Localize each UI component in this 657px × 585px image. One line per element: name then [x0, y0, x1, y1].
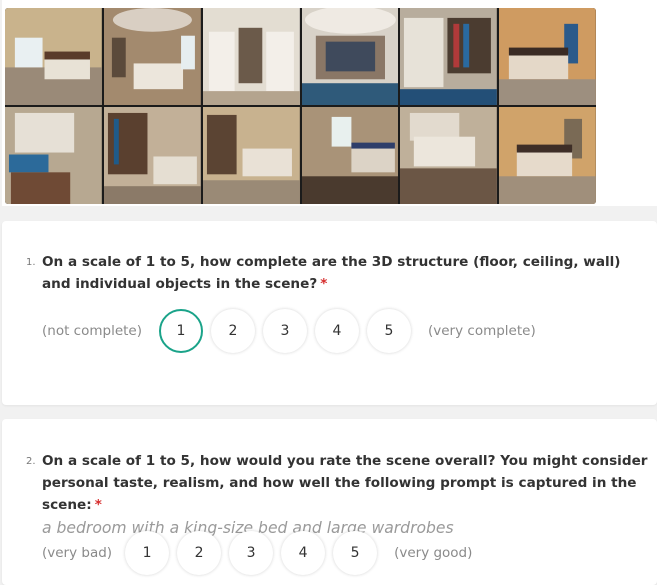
rating-scale: (very bad) 1 2 3 4 5 (very good)	[42, 531, 472, 575]
scene-thumbnail	[499, 107, 596, 204]
scene-image-grid	[5, 8, 596, 204]
scene-thumbnail	[103, 107, 201, 204]
rating-option-5[interactable]: 5	[367, 309, 411, 353]
scene-thumbnail	[202, 8, 300, 105]
rating-option-4[interactable]: 4	[315, 309, 359, 353]
scale-low-label: (not complete)	[42, 323, 142, 339]
required-asterisk: *	[320, 276, 328, 292]
question-header: 1. On a scale of 1 to 5, how complete ar…	[26, 251, 636, 295]
rating-option-1[interactable]: 1	[159, 309, 203, 353]
scene-thumbnail	[103, 8, 201, 105]
scene-thumbnail	[301, 8, 399, 105]
rating-option-1[interactable]: 1	[125, 531, 170, 575]
question-header: 2. On a scale of 1 to 5, how would you r…	[26, 450, 656, 540]
scene-thumbnail	[301, 107, 399, 204]
scene-thumbnail	[202, 107, 300, 204]
question-label: On a scale of 1 to 5, how would you rate…	[42, 453, 648, 513]
question-number: 2.	[26, 456, 36, 467]
rating-option-5[interactable]: 5	[333, 531, 378, 575]
question-number: 1.	[26, 257, 36, 268]
question-text: On a scale of 1 to 5, how complete are t…	[42, 251, 636, 295]
scene-thumbnail	[400, 107, 498, 204]
question-text: On a scale of 1 to 5, how would you rate…	[42, 450, 656, 540]
rating-option-2[interactable]: 2	[211, 309, 255, 353]
scene-thumbnail	[5, 107, 102, 204]
rating-option-4[interactable]: 4	[281, 531, 326, 575]
rating-scale: (not complete) 1 2 3 4 5 (very complete)	[42, 309, 536, 353]
rating-option-3[interactable]: 3	[229, 531, 274, 575]
question-card-2: 2. On a scale of 1 to 5, how would you r…	[2, 419, 657, 585]
scale-low-label: (very bad)	[42, 545, 113, 561]
rating-option-2[interactable]: 2	[177, 531, 222, 575]
scene-thumbnail	[400, 8, 498, 105]
scale-high-label: (very good)	[394, 545, 473, 561]
question-label: On a scale of 1 to 5, how complete are t…	[42, 254, 621, 292]
scene-thumbnail	[499, 8, 596, 105]
rating-option-3[interactable]: 3	[263, 309, 307, 353]
scene-gallery-card	[2, 0, 657, 206]
required-asterisk: *	[94, 497, 102, 513]
scene-thumbnail	[5, 8, 102, 105]
question-card-1: 1. On a scale of 1 to 5, how complete ar…	[2, 221, 657, 405]
scale-high-label: (very complete)	[428, 323, 536, 339]
